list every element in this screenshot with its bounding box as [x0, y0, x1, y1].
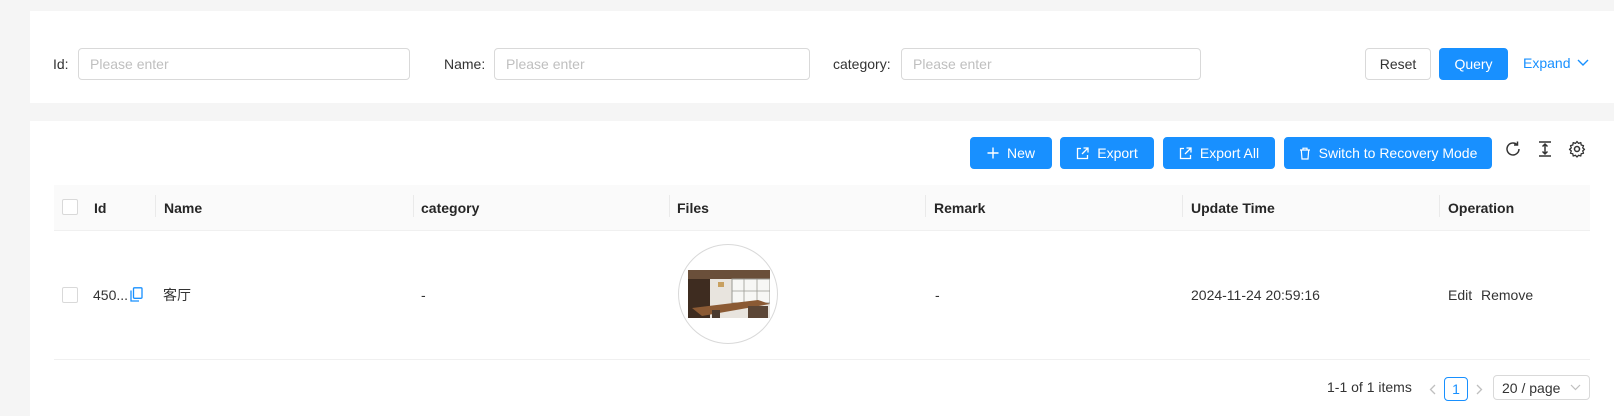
living-room-photo [688, 270, 770, 318]
page-size-value: 20 / page [1502, 379, 1561, 396]
row-id-cell: 450... [93, 287, 129, 303]
recovery-button-label: Switch to Recovery Mode [1318, 145, 1478, 161]
remove-link[interactable]: Remove [1481, 287, 1533, 303]
settings-gear-icon[interactable] [1568, 140, 1586, 158]
new-button-label: New [1006, 145, 1035, 161]
table-header [54, 185, 1590, 231]
pagination-summary: 1-1 of 1 items [1327, 379, 1412, 395]
file-thumbnail[interactable] [678, 244, 778, 344]
column-divider [1439, 195, 1440, 217]
column-header-name: Name [164, 200, 203, 216]
row-checkbox[interactable] [62, 287, 78, 303]
column-height-icon[interactable] [1536, 140, 1554, 158]
page-size-select[interactable]: 20 / page [1493, 375, 1590, 400]
page-1-button[interactable]: 1 [1444, 377, 1468, 401]
row-name-cell: 客厅 [163, 287, 191, 303]
export-all-button-label: Export All [1199, 145, 1260, 161]
next-page-button[interactable] [1471, 377, 1487, 401]
chevron-down-icon [1570, 384, 1581, 391]
column-divider [669, 195, 670, 217]
expand-label: Expand [1523, 55, 1571, 71]
name-search-input[interactable] [494, 48, 810, 80]
reset-button-label: Reset [1379, 56, 1417, 72]
column-header-update-time: Update Time [1191, 200, 1275, 216]
table-row [54, 231, 1590, 360]
reset-button[interactable]: Reset [1365, 48, 1431, 80]
export-icon [1076, 146, 1097, 160]
column-divider [155, 195, 156, 217]
export-button-label: Export [1097, 145, 1138, 161]
row-category-cell: - [421, 287, 426, 303]
query-button-label: Query [1454, 56, 1493, 72]
copy-icon[interactable] [130, 287, 143, 302]
export-all-icon [1179, 146, 1200, 160]
prev-page-button[interactable] [1424, 377, 1440, 401]
expand-toggle[interactable]: Expand [1523, 55, 1589, 71]
reload-icon[interactable] [1504, 140, 1522, 158]
id-field-label: Id: [53, 56, 69, 72]
edit-link[interactable]: Edit [1448, 287, 1472, 303]
export-all-button[interactable]: Export All [1163, 137, 1275, 169]
chevron-left-icon [1429, 384, 1436, 395]
category-field-label: category: [833, 56, 891, 72]
row-remark-cell: - [935, 287, 940, 303]
page-number: 1 [1452, 381, 1460, 397]
trash-icon [1299, 147, 1319, 160]
column-divider [413, 195, 414, 217]
column-divider [1182, 195, 1183, 217]
query-button[interactable]: Query [1439, 48, 1508, 80]
chevron-down-icon [1577, 59, 1589, 67]
column-divider [925, 195, 926, 217]
switch-recovery-mode-button[interactable]: Switch to Recovery Mode [1284, 137, 1492, 169]
chevron-right-icon [1476, 384, 1483, 395]
export-button[interactable]: Export [1060, 137, 1154, 169]
row-update-time-cell: 2024-11-24 20:59:16 [1191, 287, 1320, 303]
plus-icon [987, 147, 1007, 159]
column-header-id: Id [94, 200, 107, 216]
new-button[interactable]: New [970, 137, 1052, 169]
id-search-input[interactable] [78, 48, 410, 80]
select-all-checkbox[interactable] [62, 199, 78, 215]
column-header-remark: Remark [934, 200, 986, 216]
column-header-category: category [421, 200, 480, 216]
category-search-input[interactable] [901, 48, 1201, 80]
column-header-files: Files [677, 200, 709, 216]
column-header-operation: Operation [1448, 200, 1515, 216]
name-field-label: Name: [444, 56, 486, 72]
